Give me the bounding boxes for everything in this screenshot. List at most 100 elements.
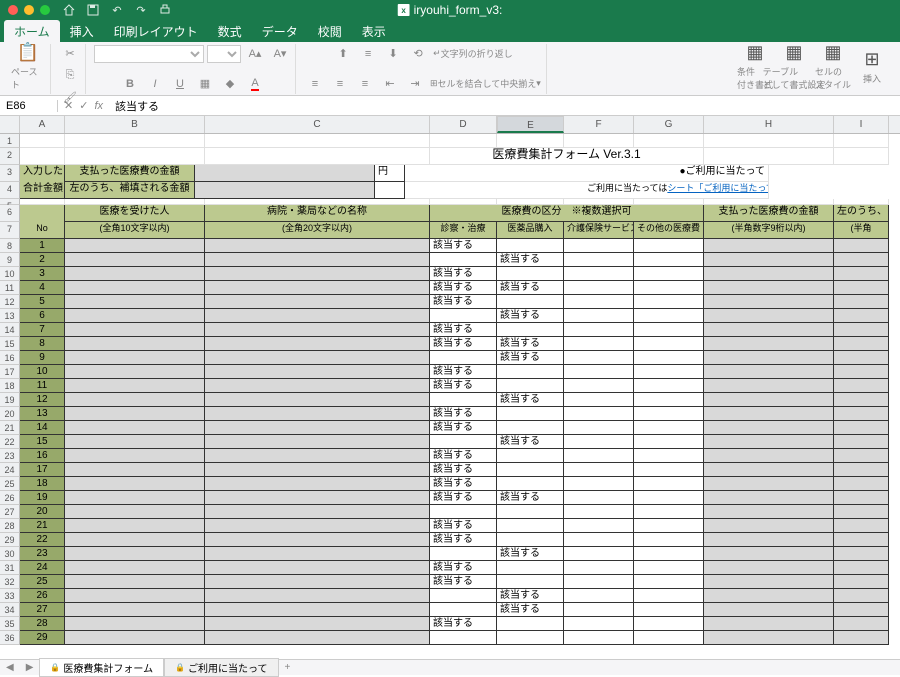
cat-d-cell[interactable]: 該当する [430,295,497,309]
paid-cell[interactable] [704,491,834,505]
col-F[interactable]: F [564,116,634,133]
sheet-nav-next[interactable]: ▶ [20,662,40,673]
hospital-cell[interactable] [205,365,430,379]
hospital-cell[interactable] [205,631,430,645]
usage-note[interactable]: ●ご利用に当たって [584,165,769,182]
cat-d-cell[interactable] [430,631,497,645]
row-header[interactable]: 32 [0,575,20,589]
hospital-cell[interactable] [205,407,430,421]
cell[interactable] [497,134,564,148]
row-no[interactable]: 11 [20,379,65,393]
person-cell[interactable] [65,463,205,477]
cat-g-cell[interactable] [634,337,704,351]
row-header[interactable]: 35 [0,617,20,631]
person-sub[interactable]: (全角10文字以内) [65,222,205,239]
paid-cell[interactable] [704,435,834,449]
person-cell[interactable] [65,379,205,393]
formula-input[interactable]: 該当する [109,98,900,114]
input-total-label2[interactable]: 合計金額 [20,182,65,199]
person-cell[interactable] [65,351,205,365]
home-icon[interactable] [62,3,76,17]
cat-g-cell[interactable] [634,631,704,645]
hospital-cell[interactable] [205,435,430,449]
save-icon[interactable] [86,3,100,17]
col-A[interactable]: A [20,116,65,133]
reimb-cell[interactable] [834,617,889,631]
format-table-button[interactable]: ▦テーブル として書式設定 [776,44,812,90]
person-cell[interactable] [65,407,205,421]
reimb-col-header[interactable]: 左のうち、 [834,205,889,222]
align-center-button[interactable]: ≡ [329,74,351,94]
font-color-button[interactable]: A [244,74,266,94]
person-cell[interactable] [65,309,205,323]
col-E[interactable]: E [497,116,564,133]
person-cell[interactable] [65,393,205,407]
minimize-window-button[interactable] [24,5,34,15]
paid-cell[interactable] [704,267,834,281]
cat-g-cell[interactable] [634,505,704,519]
cell[interactable] [205,148,430,165]
cat-g-cell[interactable] [634,239,704,253]
cat-g-cell[interactable] [634,267,704,281]
paid-cell[interactable] [704,589,834,603]
reimb-cell[interactable] [834,407,889,421]
cat-g-cell[interactable] [634,519,704,533]
cat-f-cell[interactable] [564,351,634,365]
row-no[interactable]: 10 [20,365,65,379]
row-no[interactable]: 23 [20,547,65,561]
cat-g-cell[interactable] [634,491,704,505]
cat-d-cell[interactable]: 該当する [430,477,497,491]
hospital-cell[interactable] [205,505,430,519]
tab-data[interactable]: データ [252,20,308,43]
align-bottom-button[interactable]: ⬇ [382,44,404,64]
cat-f-cell[interactable] [564,561,634,575]
cat-e-cell[interactable] [497,379,564,393]
cat-e-cell[interactable]: 該当する [497,351,564,365]
paid-cell[interactable] [704,239,834,253]
cat-e-cell[interactable] [497,449,564,463]
reimb-cell[interactable] [834,589,889,603]
row-no[interactable]: 15 [20,435,65,449]
reimb-cell[interactable] [834,631,889,645]
copy-button[interactable]: ⎘ [59,66,81,86]
row-header[interactable]: 16 [0,351,20,365]
person-cell[interactable] [65,267,205,281]
cat-g-cell[interactable] [634,603,704,617]
close-window-button[interactable] [8,5,18,15]
row-header[interactable]: 9 [0,253,20,267]
row-no[interactable]: 5 [20,295,65,309]
cat-e-cell[interactable]: 該当する [497,547,564,561]
row-no[interactable]: 18 [20,477,65,491]
reimb-cell[interactable] [834,323,889,337]
tab-formulas[interactable]: 数式 [208,20,252,43]
paid-value[interactable] [195,165,375,182]
paid-cell[interactable] [704,477,834,491]
person-cell[interactable] [65,505,205,519]
reimb-cell[interactable] [834,337,889,351]
row-header[interactable]: 26 [0,491,20,505]
reimb-cell[interactable] [834,267,889,281]
tab-home[interactable]: ホーム [4,20,60,43]
row-no[interactable]: 1 [20,239,65,253]
row-header[interactable]: 12 [0,295,20,309]
col-C[interactable]: C [205,116,430,133]
cat-f-cell[interactable] [564,365,634,379]
row-header[interactable]: 4 [0,182,20,199]
paid-cell[interactable] [704,309,834,323]
row-no[interactable]: 4 [20,281,65,295]
row-header[interactable]: 11 [0,281,20,295]
row-header[interactable]: 22 [0,435,20,449]
align-top-button[interactable]: ⬆ [332,44,354,64]
hospital-cell[interactable] [205,351,430,365]
reimb-cell[interactable] [834,351,889,365]
cat-f-cell[interactable] [564,295,634,309]
hospital-cell[interactable] [205,267,430,281]
row-header[interactable]: 13 [0,309,20,323]
cell[interactable] [405,182,584,199]
input-total-label[interactable]: 入力した [20,165,65,182]
cat-e-cell[interactable] [497,477,564,491]
cell[interactable] [834,148,889,165]
cat-g-cell[interactable] [634,575,704,589]
reimb-cell[interactable] [834,379,889,393]
row-header[interactable]: 31 [0,561,20,575]
